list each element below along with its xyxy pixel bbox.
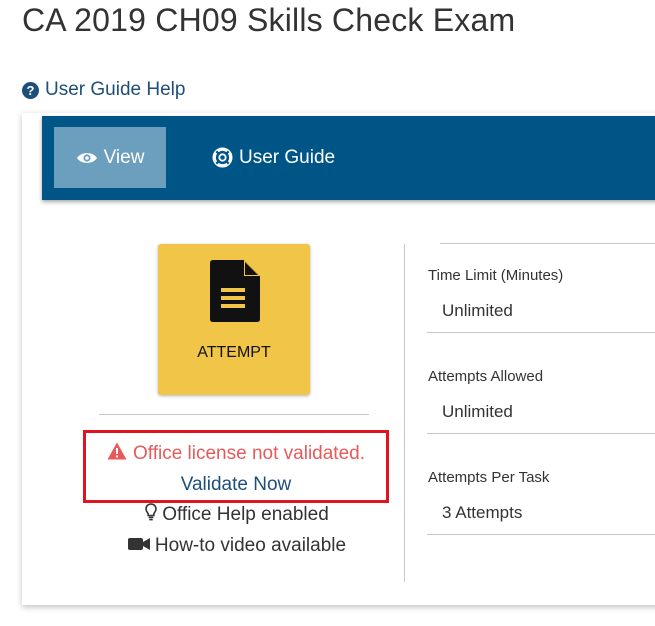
user-guide-tab-label: User Guide <box>239 146 336 168</box>
license-warning-highlight: Office license not validated. Validate N… <box>83 430 389 503</box>
attempt-label: ATTEMPT <box>197 344 271 361</box>
assignment-card: View User Guide ATTEMPT Office license n… <box>22 113 655 605</box>
divider <box>99 414 369 415</box>
attempts-allowed-label: Attempts Allowed <box>428 368 544 385</box>
page-title: CA 2019 CH09 Skills Check Exam <box>22 2 516 38</box>
assignment-nav-bar: View User Guide <box>42 116 655 200</box>
document-icon <box>208 260 260 327</box>
question-circle-icon: ? <box>22 81 39 99</box>
attempts-allowed-value: Unlimited <box>442 402 513 421</box>
howto-video-status: How-to video available <box>22 535 452 557</box>
life-ring-icon <box>212 147 233 168</box>
office-help-status: Office Help enabled <box>22 503 452 527</box>
view-tab[interactable]: View <box>54 127 166 188</box>
validate-now-link[interactable]: Validate Now <box>86 474 386 496</box>
time-limit-value: Unlimited <box>442 301 513 320</box>
user-guide-help-label: User Guide Help <box>45 79 186 100</box>
license-warning: Office license not validated. <box>86 442 386 466</box>
attempt-button[interactable]: ATTEMPT <box>158 244 310 395</box>
stat-divider <box>427 332 655 333</box>
license-warning-text: Office license not validated. <box>132 443 365 464</box>
eye-icon <box>76 151 98 165</box>
office-help-label: Office Help enabled <box>162 504 329 525</box>
user-guide-help-link[interactable]: ? User Guide Help <box>22 79 185 101</box>
time-limit-label: Time Limit (Minutes) <box>428 267 564 284</box>
attempts-per-task-value: 3 Attempts <box>442 503 523 522</box>
howto-video-label: How-to video available <box>154 535 347 556</box>
column-divider <box>404 244 405 582</box>
attempts-per-task-label: Attempts Per Task <box>428 469 550 486</box>
stats-top-divider <box>440 243 655 244</box>
warning-triangle-icon <box>107 442 127 466</box>
user-guide-tab[interactable]: User Guide <box>212 127 335 188</box>
video-camera-icon <box>127 535 150 557</box>
view-tab-label: View <box>103 146 145 168</box>
lightbulb-icon <box>145 503 158 527</box>
stat-divider <box>427 433 655 434</box>
stat-divider <box>427 534 655 535</box>
